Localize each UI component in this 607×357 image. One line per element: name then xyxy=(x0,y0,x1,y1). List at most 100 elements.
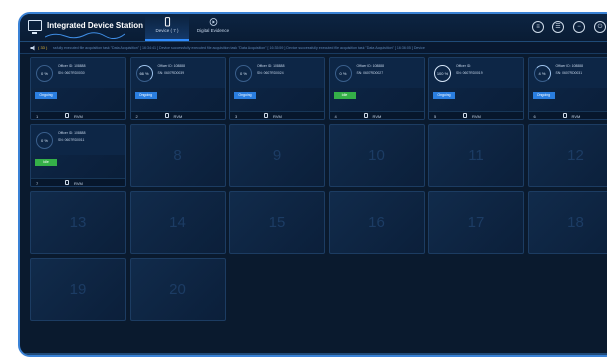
slot-number: 17 xyxy=(429,214,523,231)
empty-slot[interactable]: 10 xyxy=(329,124,425,187)
device-type: RVM xyxy=(273,114,282,119)
phone-icon xyxy=(163,17,172,27)
empty-slot[interactable]: 19 xyxy=(30,258,126,321)
device-icon xyxy=(463,113,467,118)
slot-number: 7 xyxy=(36,181,38,186)
empty-slot[interactable]: 15 xyxy=(229,191,325,254)
device-card-footer: 1RVM xyxy=(31,111,125,119)
device-icon xyxy=(563,113,567,118)
progress-label: 0 % xyxy=(37,138,52,143)
slot-number: 12 xyxy=(529,147,607,164)
tab-devices[interactable]: Device ( 7 ) xyxy=(145,16,189,41)
status-badge: Ongoing xyxy=(234,92,256,99)
officer-id: Officer ID: 108888 xyxy=(58,131,85,135)
serial-number: SN: 0607RD0011 xyxy=(58,138,84,142)
device-type: RVM xyxy=(572,114,581,119)
bell-icon xyxy=(30,45,36,51)
device-card-header: 0 % Officer ID: 108888 SN: 0607RD0027 xyxy=(330,58,424,88)
slot-number: 3 xyxy=(235,114,237,119)
slot-number: 4 xyxy=(335,114,337,119)
slot-number: 5 xyxy=(434,114,436,119)
slot-number: 16 xyxy=(330,214,424,231)
device-card-header: 4 %Officer ID: 108888SN: 0607RD0031 xyxy=(529,58,607,88)
horizontal-scrollbar[interactable] xyxy=(20,353,607,355)
status-badge: Idle xyxy=(35,159,57,166)
slot-number: 15 xyxy=(230,214,324,231)
progress-ring: 0 % xyxy=(36,65,53,82)
status-badge: Ongoing xyxy=(35,92,57,99)
device-card-header: 0 % Officer ID: 108888 SN: 0607RD0011 xyxy=(31,125,125,155)
progress-ring: 0 % xyxy=(235,65,252,82)
empty-slot[interactable]: 13 xyxy=(30,191,126,254)
log-count: ( 33 ) xyxy=(38,45,47,50)
title-bar: Integrated Device Station Device ( 7 ) D… xyxy=(20,14,607,42)
device-card-footer: 6 RVM xyxy=(529,111,607,119)
device-type: RVM xyxy=(74,181,83,186)
slot-number: 11 xyxy=(429,147,523,164)
device-type: RVM xyxy=(472,114,481,119)
device-icon xyxy=(65,180,69,185)
device-card-footer: 5 RVM xyxy=(429,111,523,119)
serial-number: SN: 0607RD0027 xyxy=(357,71,384,75)
device-icon xyxy=(165,113,169,118)
empty-slot[interactable]: 14 xyxy=(130,191,226,254)
slot-number: 8 xyxy=(131,147,225,164)
progress-label: 66 % xyxy=(137,71,152,76)
menu-icon[interactable]: ☰ xyxy=(552,21,564,33)
device-card[interactable]: 0 % Officer ID: 108888 SN: 0607RD0011 Idle 7… xyxy=(30,124,126,187)
slot-number: 19 xyxy=(31,281,125,298)
device-card-footer: 2RVM xyxy=(131,111,225,119)
device-card-footer: 4RVM xyxy=(330,111,424,119)
progress-ring: 66 % xyxy=(136,65,153,82)
slot-number: 14 xyxy=(131,214,225,231)
progress-label: 100 % xyxy=(435,71,450,76)
officer-id: Officer ID: 108888 xyxy=(556,64,583,68)
tab-devices-label: Device ( 7 ) xyxy=(155,28,178,33)
empty-slot[interactable]: 20 xyxy=(130,258,226,321)
device-card[interactable]: 0 % Officer ID: 108888 SN: 0607RD0027 Idle 4… xyxy=(329,57,425,120)
device-card[interactable]: 4 %Officer ID: 108888SN: 0607RD0031Ongoi… xyxy=(528,57,607,120)
slot-number: 20 xyxy=(131,281,225,298)
device-type: RVM xyxy=(174,114,183,119)
device-card-header: 100 %Officer ID:SN: 0607RD0019 xyxy=(429,58,523,88)
officer-id: Officer ID: 108888 xyxy=(357,64,384,68)
waveform-icon xyxy=(45,31,125,39)
slot-number: 10 xyxy=(330,147,424,164)
device-icon xyxy=(264,113,268,118)
log-text: ssfully executed file acquisition task "… xyxy=(53,46,425,50)
empty-slot[interactable]: 11 xyxy=(428,124,524,187)
empty-slot[interactable]: 8 xyxy=(130,124,226,187)
app-window: Integrated Device Station Device ( 7 ) D… xyxy=(18,12,607,357)
officer-id: Officer ID: 108888 xyxy=(58,64,85,68)
power-icon[interactable]: ⏻ xyxy=(594,21,606,33)
empty-slot[interactable]: 12 xyxy=(528,124,607,187)
device-card[interactable]: 0 %Officer ID: 108888SN: 0607RD0030Ongoi… xyxy=(30,57,126,120)
progress-label: 0 % xyxy=(37,71,52,76)
device-card[interactable]: 0 %Officer ID: 108888SN: 0607RD0024Ongoi… xyxy=(229,57,325,120)
device-icon xyxy=(364,113,368,118)
slot-number: 9 xyxy=(230,147,324,164)
progress-ring: 0 % xyxy=(335,65,352,82)
log-ticker: ( 33 ) ssfully executed file acquisition… xyxy=(20,43,607,54)
device-card[interactable]: 100 %Officer ID:SN: 0607RD0019Ongoing5RV… xyxy=(428,57,524,120)
officer-id: Officer ID: 108888 xyxy=(158,64,185,68)
device-card-header: 66 % Officer ID: 108888 SN: 0607RD0039 xyxy=(131,58,225,88)
empty-slot[interactable]: 17 xyxy=(428,191,524,254)
progress-label: 4 % xyxy=(535,71,550,76)
serial-number: SN: 0607RD0039 xyxy=(158,71,185,75)
status-badge: Idle xyxy=(334,92,356,99)
empty-slot[interactable]: 18 xyxy=(528,191,607,254)
status-badge: Ongoing xyxy=(533,92,555,99)
device-card-header: 0 %Officer ID: 108888SN: 0607RD0024 xyxy=(230,58,324,88)
empty-slot[interactable]: 9 xyxy=(229,124,325,187)
device-card[interactable]: 66 %Officer ID: 108888SN: 0607RD0039Ongo… xyxy=(130,57,226,120)
tab-digital-evidence[interactable]: Digital Evidence xyxy=(188,16,238,41)
minimize-icon[interactable]: − xyxy=(573,21,585,33)
device-card-footer: 3 RVM xyxy=(230,111,324,119)
slot-number: 6 xyxy=(534,114,536,119)
empty-slot[interactable]: 16 xyxy=(329,191,425,254)
device-card-header: 0 %Officer ID: 108888SN: 0607RD0030 xyxy=(31,58,125,88)
list-icon[interactable]: ≡ xyxy=(532,21,544,33)
officer-id: Officer ID: 108888 xyxy=(257,64,284,68)
slot-number: 18 xyxy=(529,214,607,231)
